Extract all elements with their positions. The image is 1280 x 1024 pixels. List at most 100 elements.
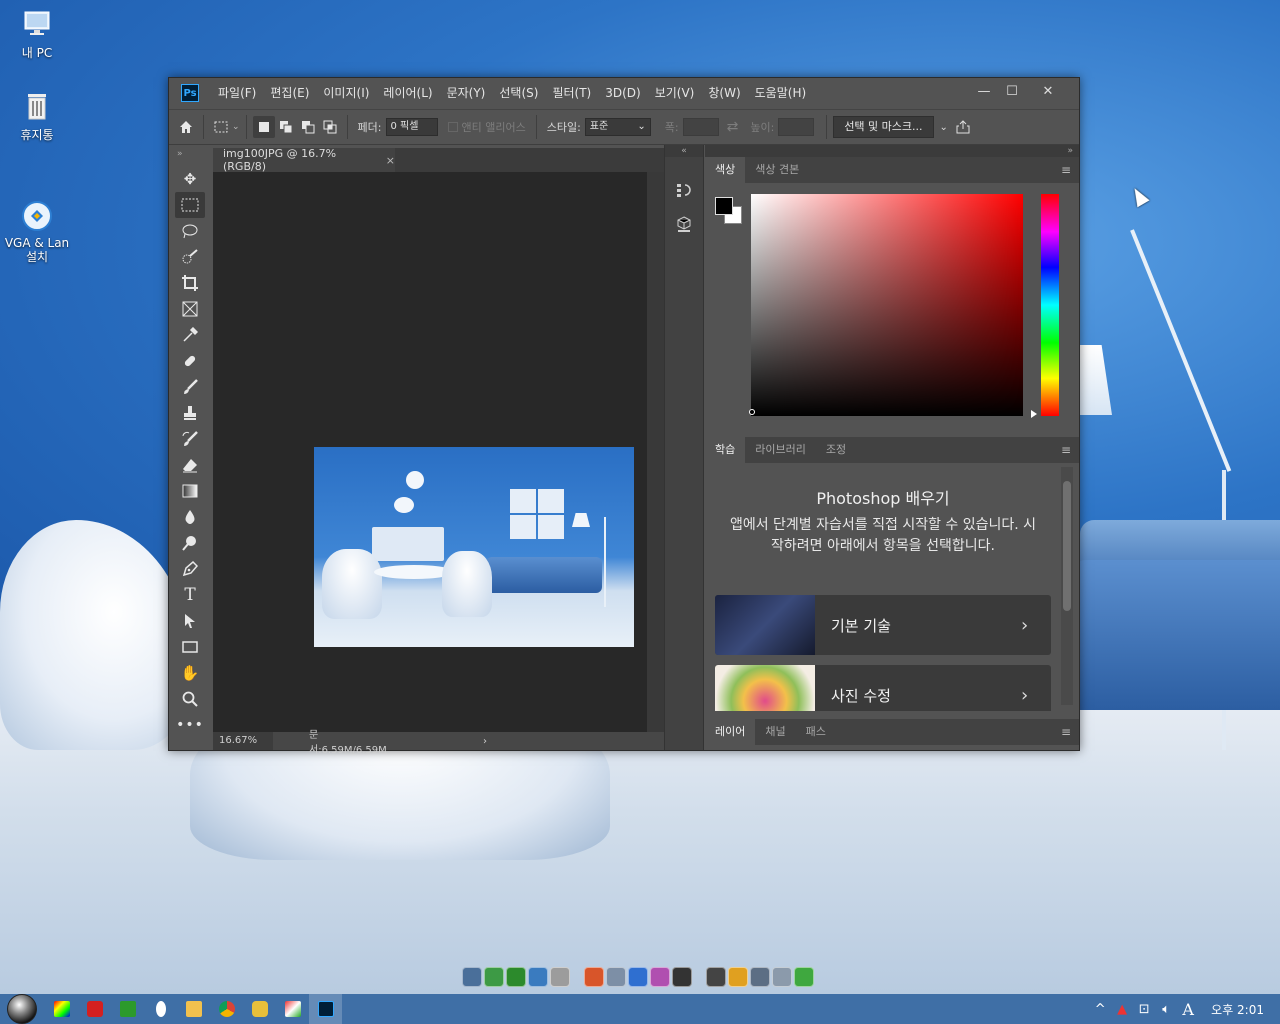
marquee-preset-icon[interactable] (210, 116, 232, 138)
move-tool-icon[interactable]: ✥ (175, 166, 205, 192)
menu-file[interactable]: 파일(F) (211, 78, 263, 108)
select-and-mask-button[interactable]: 선택 및 마스크... (833, 116, 934, 138)
learn-scrollbar-thumb[interactable] (1063, 481, 1071, 611)
dock-app-7zip-icon[interactable] (706, 967, 726, 987)
dock-app-monitor-icon[interactable] (462, 967, 482, 987)
quick-selection-tool-icon[interactable] (175, 244, 205, 270)
clock[interactable]: 오후 2:01 (1199, 1001, 1280, 1018)
feather-input[interactable]: 0 픽셀 (385, 118, 438, 136)
expand-panels-icon[interactable]: « (665, 145, 703, 157)
tab-channels[interactable]: 채널 (755, 719, 795, 745)
menu-select[interactable]: 선택(S) (492, 78, 545, 108)
ime-indicator[interactable]: A (1177, 1000, 1199, 1019)
pen-tool-icon[interactable] (175, 556, 205, 582)
tab-learn[interactable]: 학습 (705, 437, 746, 463)
brush-tool-icon[interactable] (175, 374, 205, 400)
intersect-selection-icon[interactable] (319, 116, 341, 138)
saturation-value-field[interactable] (751, 194, 1023, 416)
collapse-panels-icon[interactable]: » (705, 145, 1079, 157)
hue-slider-handle[interactable] (1031, 410, 1037, 418)
history-panel-icon[interactable] (669, 177, 699, 203)
document-image[interactable] (314, 447, 634, 647)
eraser-tool-icon[interactable] (175, 452, 205, 478)
chevron-down-icon[interactable]: ⌄ (940, 122, 948, 133)
lasso-tool-icon[interactable] (175, 218, 205, 244)
learn-card-basic-skills[interactable]: 기본 기술 › (715, 595, 1051, 655)
path-selection-tool-icon[interactable] (175, 608, 205, 634)
desktop-icon-my-pc[interactable]: 내 PC (1, 8, 73, 61)
minimize-button[interactable]: — (971, 82, 997, 102)
type-tool-icon[interactable]: T (175, 582, 205, 608)
subtract-selection-icon[interactable] (297, 116, 319, 138)
dock-app-puzzle-icon[interactable] (728, 967, 748, 987)
dock-app-shield-icon[interactable] (650, 967, 670, 987)
menu-image[interactable]: 이미지(I) (316, 78, 376, 108)
taskbar-power-icon[interactable] (78, 994, 111, 1024)
foreground-color-swatch[interactable] (715, 197, 733, 215)
rectangle-tool-icon[interactable] (175, 634, 205, 660)
dodge-tool-icon[interactable] (175, 530, 205, 556)
menu-3d[interactable]: 3D(D) (598, 78, 647, 108)
home-icon[interactable] (175, 116, 197, 138)
more-tools-icon[interactable]: ••• (175, 712, 205, 738)
taskbar-folder-icon[interactable] (177, 994, 210, 1024)
hand-tool-icon[interactable]: ✋ (175, 660, 205, 686)
share-icon[interactable] (952, 116, 974, 138)
antialias-checkbox[interactable] (447, 122, 458, 132)
tab-color[interactable]: 색상 (705, 157, 746, 183)
close-button[interactable]: ✕ (1035, 82, 1061, 102)
desktop-icon-vga-lan[interactable]: VGA & Lan 설치 (1, 172, 73, 278)
history-brush-tool-icon[interactable] (175, 426, 205, 452)
canvas-area[interactable] (213, 172, 647, 732)
new-selection-icon[interactable] (252, 116, 275, 138)
desktop-icon-recycle-bin[interactable]: 휴지통 (1, 90, 73, 143)
panel-menu-icon[interactable]: ≡ (1061, 443, 1071, 457)
learn-card-photo-fix[interactable]: 사진 수정 › (715, 665, 1051, 711)
zoom-level[interactable]: 16.67% (213, 732, 273, 750)
zoom-tool-icon[interactable] (175, 686, 205, 712)
menu-layer[interactable]: 레이어(L) (376, 78, 439, 108)
tab-libraries[interactable]: 라이브러리 (745, 437, 816, 463)
dock-app-globe-icon[interactable] (528, 967, 548, 987)
menu-filter[interactable]: 필터(T) (545, 78, 598, 108)
dock-app-disk-icon[interactable] (606, 967, 626, 987)
panel-menu-icon[interactable]: ≡ (1061, 725, 1071, 739)
maximize-button[interactable]: ☐ (999, 82, 1025, 102)
close-tab-icon[interactable]: × (386, 154, 395, 167)
taskbar-gallery-icon[interactable] (276, 994, 309, 1024)
taskbar-drop-icon[interactable] (144, 994, 177, 1024)
menu-type[interactable]: 문자(Y) (440, 78, 493, 108)
hue-slider[interactable] (1041, 194, 1059, 416)
canvas-vertical-scrollbar[interactable] (647, 172, 664, 732)
panel-menu-icon[interactable]: ≡ (1061, 163, 1071, 177)
height-input[interactable] (778, 118, 815, 136)
crop-tool-icon[interactable] (175, 270, 205, 296)
status-menu-icon[interactable]: › (483, 736, 487, 747)
menu-help[interactable]: 도움말(H) (748, 78, 814, 108)
tab-paths[interactable]: 패스 (796, 719, 836, 745)
dock-app-network-icon[interactable] (750, 967, 770, 987)
color-picker-handle[interactable] (749, 409, 755, 415)
gradient-tool-icon[interactable] (175, 478, 205, 504)
frame-tool-icon[interactable] (175, 296, 205, 322)
chevron-down-icon[interactable]: ⌄ (232, 122, 240, 132)
tab-layers[interactable]: 레이어 (705, 719, 756, 745)
eyedropper-tool-icon[interactable] (175, 322, 205, 348)
taskbar-color-app-icon[interactable] (45, 994, 78, 1024)
dock-app-drive-icon[interactable] (772, 967, 792, 987)
taskbar-photoshop-icon[interactable] (309, 994, 342, 1024)
network-icon[interactable]: ⊡ (1133, 1002, 1155, 1017)
dock-app-circle-icon[interactable] (794, 967, 814, 987)
width-input[interactable] (682, 118, 719, 136)
photoshop-window[interactable]: Ps 파일(F) 편집(E) 이미지(I) 레이어(L) 문자(Y) 선택(S)… (168, 77, 1080, 756)
learn-scrollbar[interactable] (1061, 467, 1073, 705)
collapse-toolbar-icon[interactable]: » (169, 145, 213, 163)
rectangular-marquee-tool-icon[interactable] (175, 192, 205, 218)
blur-tool-icon[interactable] (175, 504, 205, 530)
tray-expand-icon[interactable]: ^ (1089, 1002, 1111, 1017)
taskbar-shield-app-icon[interactable] (243, 994, 276, 1024)
swap-icon[interactable]: ⇄ (727, 119, 739, 135)
volume-icon[interactable]: 🔈︎ (1155, 1002, 1177, 1017)
dock-app-tool-icon[interactable] (550, 967, 570, 987)
dock-app-orange-icon[interactable] (584, 967, 604, 987)
